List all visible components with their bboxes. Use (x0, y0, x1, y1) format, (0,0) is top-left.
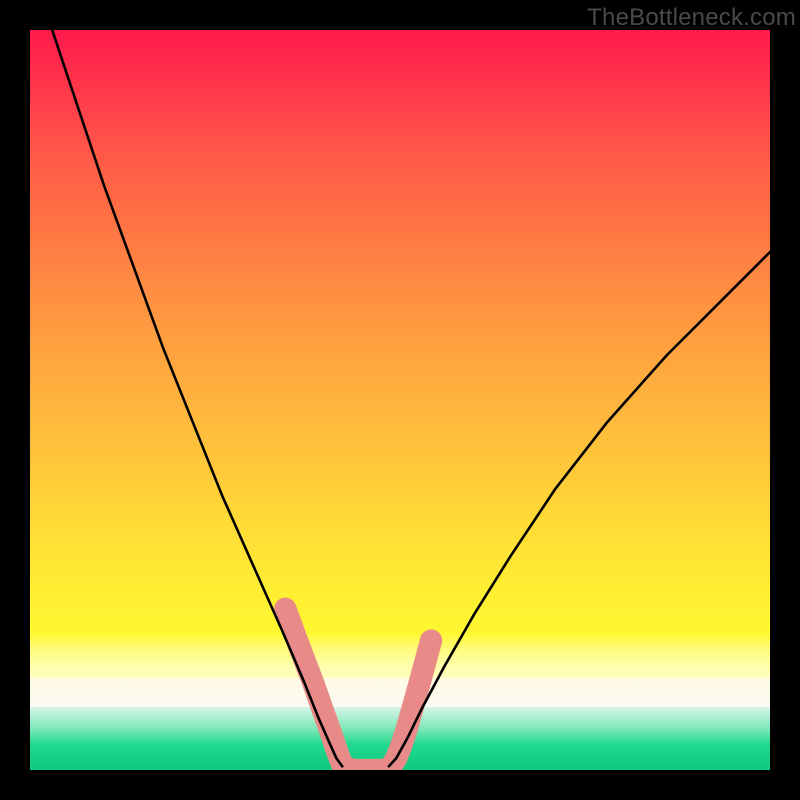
right-curve-path (389, 252, 770, 766)
watermark-text: TheBottleneck.com (587, 4, 796, 32)
chart-frame: TheBottleneck.com (0, 0, 800, 800)
plot-area (30, 30, 770, 770)
curve-svg (30, 30, 770, 770)
